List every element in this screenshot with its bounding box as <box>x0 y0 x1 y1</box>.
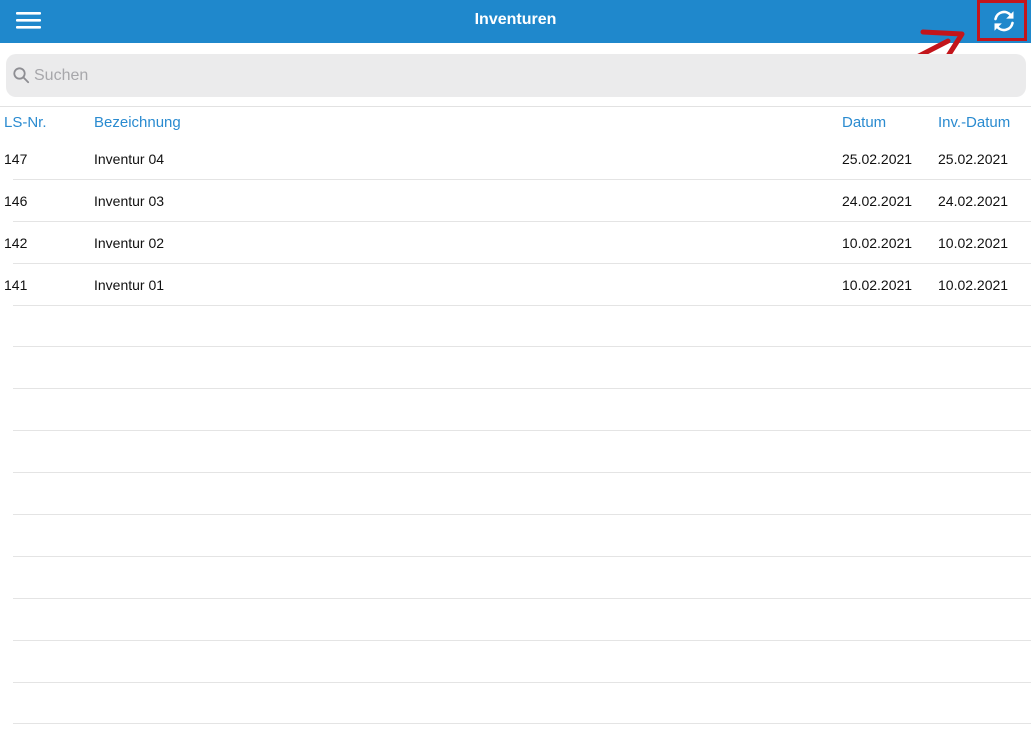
row-divider <box>13 388 1031 389</box>
refresh-button[interactable] <box>980 2 1028 40</box>
cell-bezeichnung: Inventur 04 <box>94 151 165 167</box>
row-divider <box>13 682 1031 683</box>
hamburger-menu-icon[interactable] <box>16 11 42 31</box>
refresh-icon <box>994 10 1014 32</box>
row-divider <box>13 723 1031 724</box>
column-header-datum[interactable]: Datum <box>842 114 886 132</box>
cell-inv-datum: 10.02.2021 <box>938 277 1009 293</box>
column-header-ls-nr[interactable]: LS-Nr. <box>4 114 47 132</box>
row-divider <box>13 221 1031 222</box>
row-divider <box>13 430 1031 431</box>
table-row[interactable]: 146 Inventur 03 24.02.2021 24.02.2021 <box>0 192 1031 234</box>
app-window: Inventuren LS-Nr. Bezeichnung Datum Inv.… <box>0 0 1031 752</box>
table-row[interactable]: 142 Inventur 02 10.02.2021 10.02.2021 <box>0 234 1031 276</box>
cell-ls-nr: 147 <box>4 151 28 167</box>
row-divider <box>13 305 1031 306</box>
cell-bezeichnung: Inventur 03 <box>94 193 165 209</box>
row-divider <box>13 179 1031 180</box>
row-divider <box>13 556 1031 557</box>
row-divider <box>13 472 1031 473</box>
cell-datum: 10.02.2021 <box>842 277 913 293</box>
page-title: Inventuren <box>474 11 557 28</box>
divider <box>0 106 1031 107</box>
cell-datum: 10.02.2021 <box>842 235 913 251</box>
cell-ls-nr: 141 <box>4 277 28 293</box>
row-divider <box>13 640 1031 641</box>
cell-inv-datum: 24.02.2021 <box>938 193 1009 209</box>
row-divider <box>13 346 1031 347</box>
navigation-bar: Inventuren <box>0 0 1031 43</box>
cell-inv-datum: 10.02.2021 <box>938 235 1009 251</box>
search-bar <box>6 54 1026 97</box>
cell-ls-nr: 142 <box>4 235 28 251</box>
column-header-inv-datum[interactable]: Inv.-Datum <box>938 114 1010 132</box>
cell-inv-datum: 25.02.2021 <box>938 151 1009 167</box>
cell-bezeichnung: Inventur 01 <box>94 277 165 293</box>
search-input[interactable] <box>34 62 994 90</box>
cell-datum: 25.02.2021 <box>842 151 913 167</box>
row-divider <box>13 514 1031 515</box>
search-icon <box>13 67 30 84</box>
table-row[interactable]: 141 Inventur 01 10.02.2021 10.02.2021 <box>0 276 1031 318</box>
cell-bezeichnung: Inventur 02 <box>94 235 165 251</box>
cell-ls-nr: 146 <box>4 193 28 209</box>
table-row[interactable]: 147 Inventur 04 25.02.2021 25.02.2021 <box>0 150 1031 192</box>
column-header-bezeichnung[interactable]: Bezeichnung <box>94 114 181 132</box>
cell-datum: 24.02.2021 <box>842 193 913 209</box>
row-divider <box>13 263 1031 264</box>
row-divider <box>13 598 1031 599</box>
